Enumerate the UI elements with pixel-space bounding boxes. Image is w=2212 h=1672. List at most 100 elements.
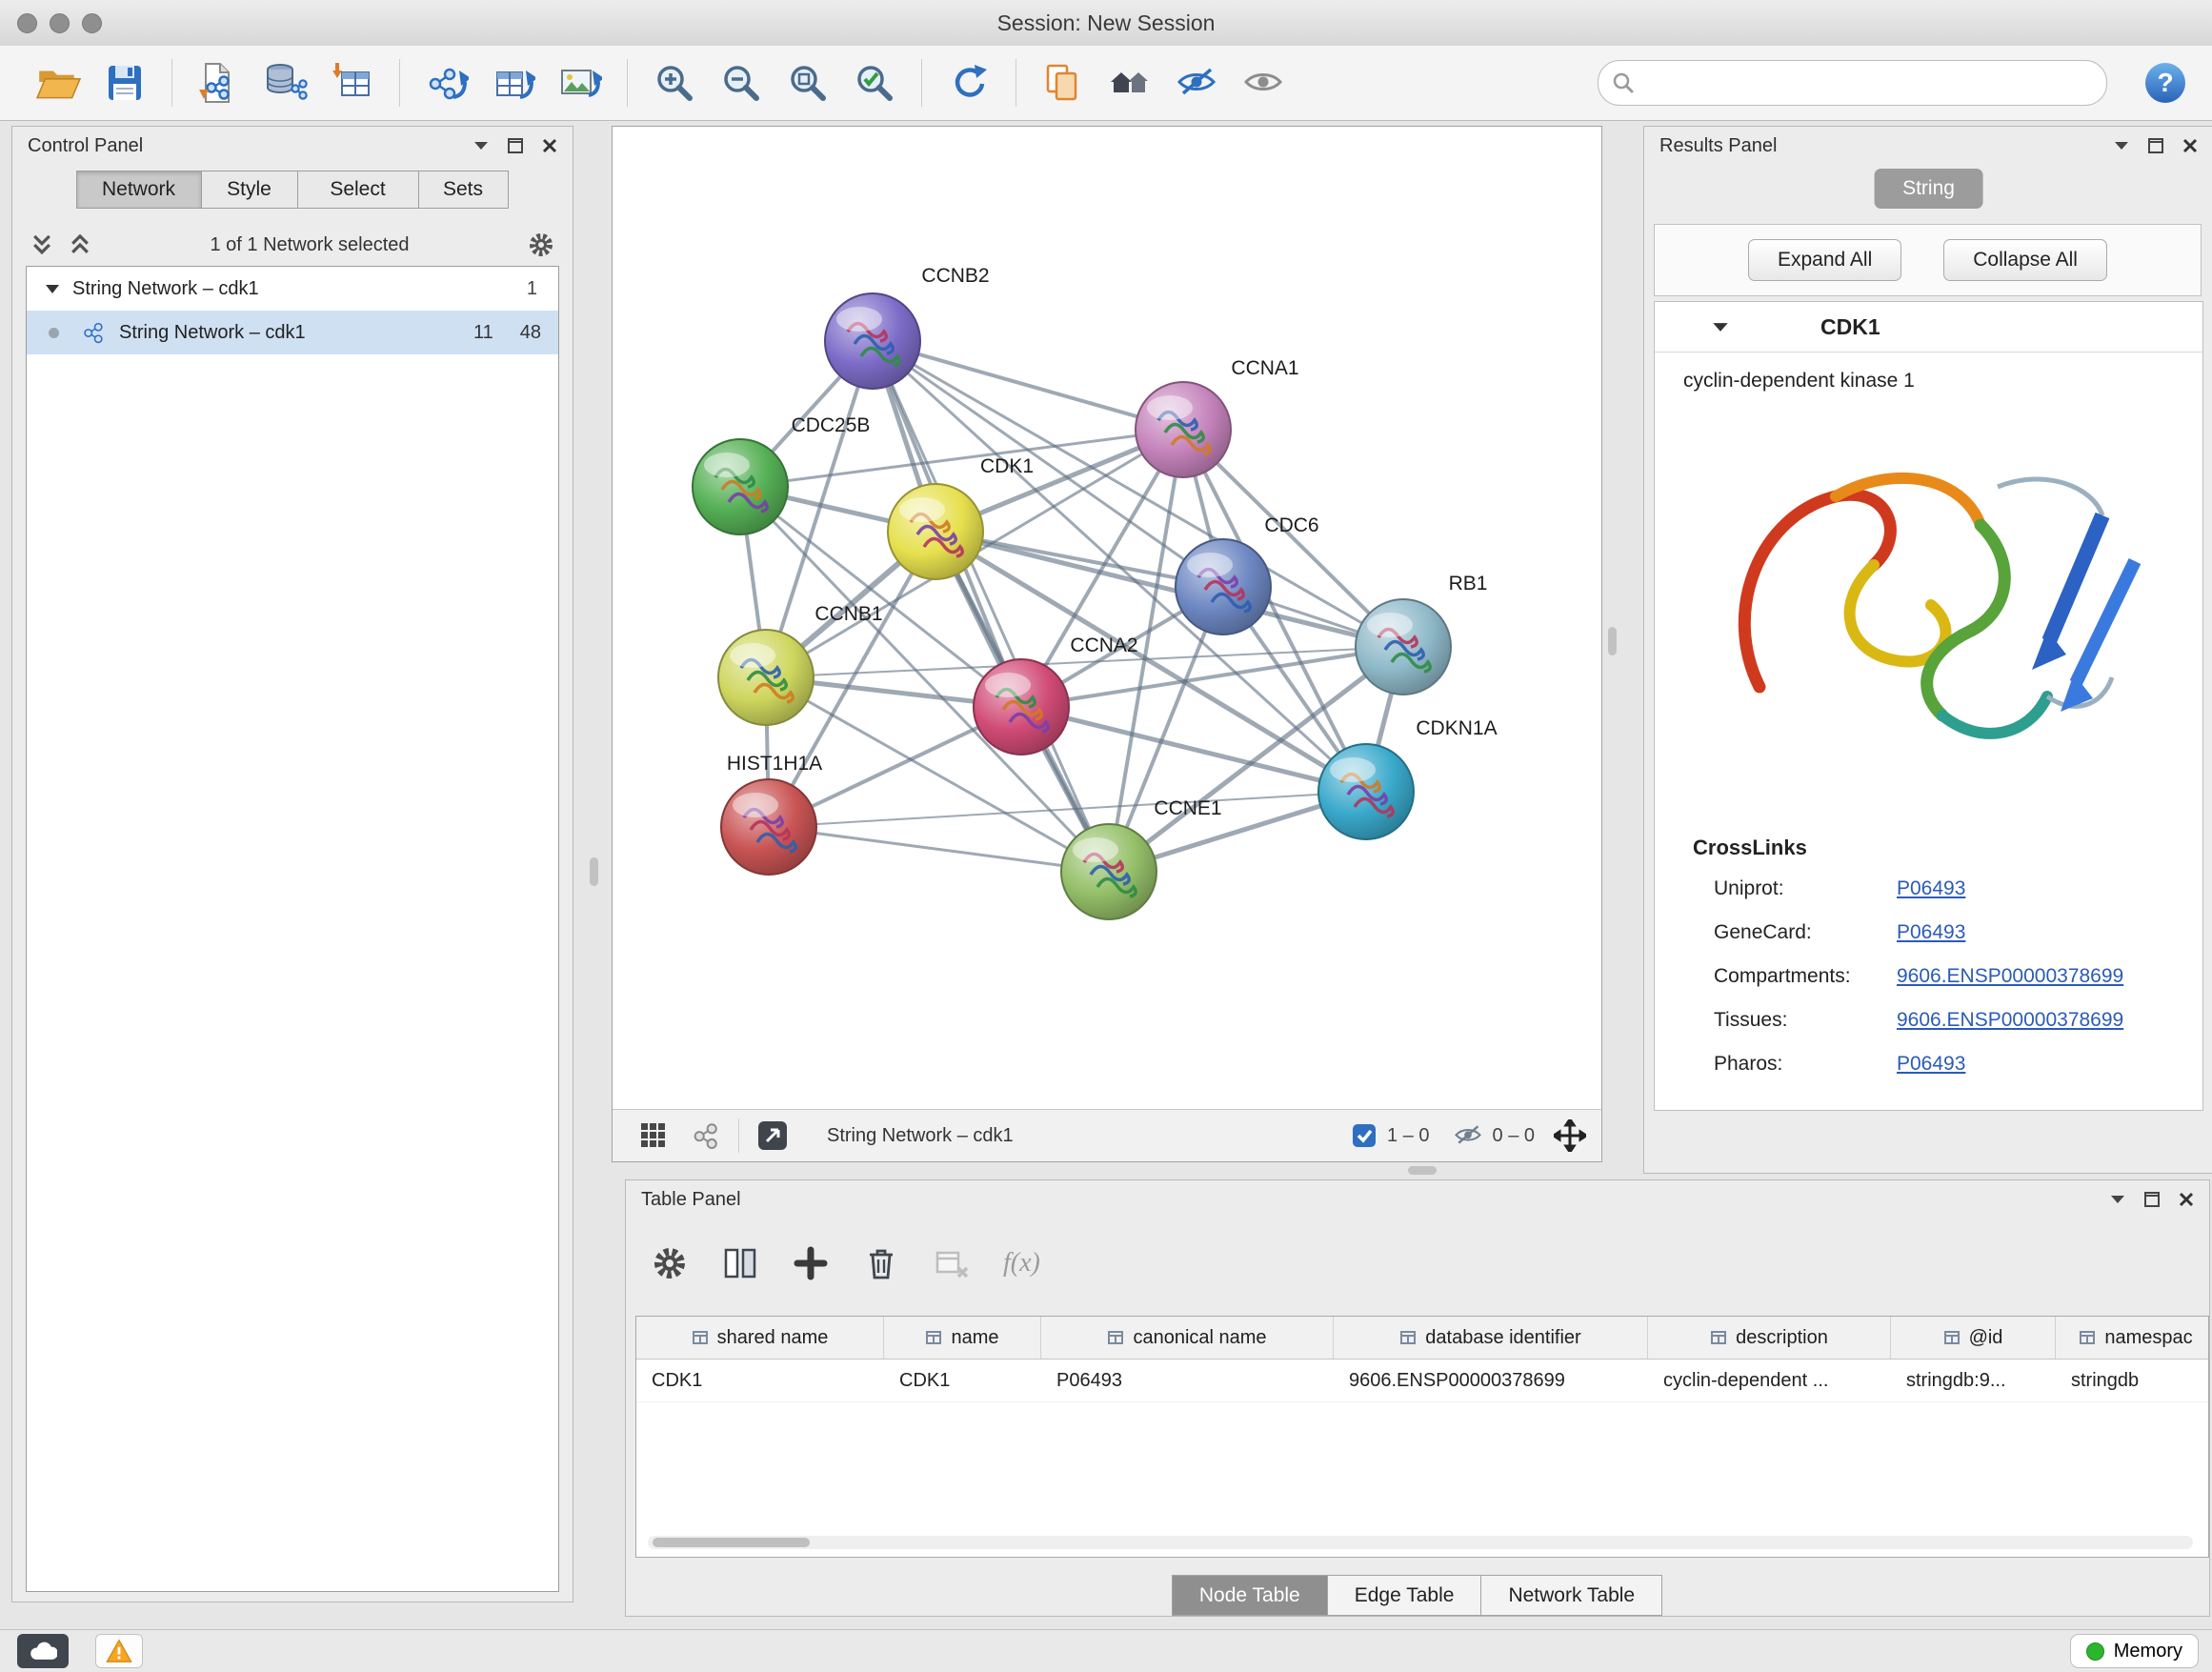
search-input[interactable] xyxy=(1644,71,2093,95)
delete-column-trash-icon[interactable] xyxy=(862,1244,900,1282)
column-header-description[interactable]: description xyxy=(1648,1317,1891,1359)
cell-id[interactable]: stringdb:9... xyxy=(1891,1370,2056,1392)
tab-select[interactable]: Select xyxy=(297,171,419,209)
column-header-database-identifier[interactable]: database identifier xyxy=(1334,1317,1648,1359)
column-header-id[interactable]: @id xyxy=(1891,1317,2056,1359)
memory-button[interactable]: Memory xyxy=(2070,1634,2199,1668)
import-table-icon xyxy=(331,61,374,105)
crosslink-uniprot[interactable]: P06493 xyxy=(1897,877,1965,900)
node-CDC6[interactable]: CDC6 xyxy=(1176,514,1319,635)
cloud-button[interactable] xyxy=(17,1634,69,1668)
tab-sets[interactable]: Sets xyxy=(418,171,509,209)
node-CCNB2[interactable]: CCNB2 xyxy=(825,265,990,389)
network-share-icon[interactable] xyxy=(693,1121,721,1150)
column-header-canonical-name[interactable]: canonical name xyxy=(1041,1317,1334,1359)
close-panel-icon[interactable] xyxy=(2179,1192,2194,1207)
crosslink-tissues[interactable]: 9606.ENSP00000378699 xyxy=(1897,1009,2123,1032)
tree-caret-icon[interactable] xyxy=(46,285,59,293)
cell-shared-name[interactable]: CDK1 xyxy=(636,1370,884,1392)
open-in-new-window-icon[interactable] xyxy=(756,1119,789,1152)
crosslink-genecard[interactable]: P06493 xyxy=(1897,921,1965,944)
warnings-button[interactable] xyxy=(95,1634,143,1668)
float-panel-icon[interactable] xyxy=(2148,138,2163,153)
help-button[interactable]: ? xyxy=(2142,59,2189,107)
bottom-splitter-handle[interactable] xyxy=(1408,1166,1437,1175)
column-header-namespace[interactable]: namespac xyxy=(2056,1317,2209,1359)
export-table-button[interactable] xyxy=(486,55,541,111)
crosslink-compartments[interactable]: 9606.ENSP00000378699 xyxy=(1897,965,2123,988)
export-image-button[interactable] xyxy=(553,55,608,111)
apply-preferred-layout-button[interactable] xyxy=(941,55,996,111)
edge-CCNE1-HIST1H1A[interactable] xyxy=(769,827,1109,872)
cell-namespace[interactable]: stringdb xyxy=(2056,1370,2209,1392)
table-horizontal-scrollbar[interactable] xyxy=(648,1536,2193,1549)
results-tab-string[interactable]: String xyxy=(1874,169,1983,209)
tab-style[interactable]: Style xyxy=(201,171,298,209)
duplicate-network-button[interactable] xyxy=(1036,55,1091,111)
panel-menu-caret-icon[interactable] xyxy=(473,141,489,151)
import-network-from-file-button[interactable] xyxy=(191,55,247,111)
minimize-window-button[interactable] xyxy=(50,13,70,33)
zoom-window-button[interactable] xyxy=(82,13,102,33)
node-CDK1[interactable]: CDK1 xyxy=(888,455,1034,579)
cell-name[interactable]: CDK1 xyxy=(884,1370,1041,1392)
collapse-all-icon[interactable] xyxy=(30,232,54,257)
tab-node-table[interactable]: Node Table xyxy=(1172,1575,1328,1616)
close-panel-icon[interactable] xyxy=(542,138,557,153)
show-columns-icon[interactable] xyxy=(721,1244,759,1282)
network-row-selected[interactable]: String Network – cdk1 11 48 xyxy=(27,311,558,354)
window-title: Session: New Session xyxy=(0,10,2212,36)
save-session-button[interactable] xyxy=(97,55,152,111)
show-all-button[interactable] xyxy=(1236,55,1291,111)
left-splitter-handle[interactable] xyxy=(590,857,598,886)
network-collection-row[interactable]: String Network – cdk1 1 xyxy=(27,267,558,311)
column-header-name[interactable]: name xyxy=(884,1317,1041,1359)
table-settings-gear-icon[interactable] xyxy=(651,1244,689,1282)
node-RB1[interactable]: RB1 xyxy=(1356,573,1487,695)
column-header-shared-name[interactable]: shared name xyxy=(636,1317,884,1359)
selected-checkbox-icon[interactable] xyxy=(1351,1122,1377,1149)
hidden-eye-slash-icon[interactable] xyxy=(1453,1120,1483,1151)
table-row[interactable]: CDK1 CDK1 P06493 9606.ENSP00000378699 cy… xyxy=(636,1360,2208,1402)
export-network-button[interactable] xyxy=(419,55,474,111)
fit-selected-crosshair-icon[interactable] xyxy=(1554,1119,1586,1152)
tab-edge-table[interactable]: Edge Table xyxy=(1327,1575,1482,1616)
expand-all-icon[interactable] xyxy=(68,232,92,257)
node-CCNB1[interactable]: CCNB1 xyxy=(718,603,883,725)
import-table-from-file-button[interactable] xyxy=(325,55,380,111)
hide-selected-button[interactable] xyxy=(1169,55,1224,111)
tab-network-table[interactable]: Network Table xyxy=(1480,1575,1662,1616)
float-panel-icon[interactable] xyxy=(2144,1192,2160,1207)
close-panel-icon[interactable] xyxy=(2182,138,2198,153)
panel-menu-caret-icon[interactable] xyxy=(2110,1195,2125,1204)
cell-database-identifier[interactable]: 9606.ENSP00000378699 xyxy=(1334,1370,1648,1392)
import-network-from-database-button[interactable] xyxy=(258,55,313,111)
birds-eye-view-icon[interactable] xyxy=(639,1121,668,1150)
close-window-button[interactable] xyxy=(17,13,37,33)
network-options-gear-icon[interactable] xyxy=(527,231,555,259)
tab-network[interactable]: Network xyxy=(76,171,202,209)
zoom-fit-content-button[interactable] xyxy=(780,55,835,111)
network-canvas-wrap: CCNB2CCNA1CDC25BCDK1CDC6RB1CCNB1CCNA2CDK… xyxy=(613,127,1601,1109)
panel-menu-caret-icon[interactable] xyxy=(2114,141,2129,151)
zoom-in-button[interactable] xyxy=(647,55,702,111)
cell-description[interactable]: cyclin-dependent ... xyxy=(1648,1370,1891,1392)
float-panel-icon[interactable] xyxy=(508,138,523,153)
zoom-out-button[interactable] xyxy=(714,55,769,111)
gene-collapse-caret-icon[interactable] xyxy=(1712,322,1729,332)
home-button[interactable] xyxy=(1102,55,1157,111)
network-canvas[interactable]: CCNB2CCNA1CDC25BCDK1CDC6RB1CCNB1CCNA2CDK… xyxy=(613,127,1601,1109)
node-CDKN1A[interactable]: CDKN1A xyxy=(1318,717,1498,839)
node-CCNA1[interactable]: CCNA1 xyxy=(1136,357,1299,477)
add-column-plus-icon[interactable] xyxy=(792,1244,830,1282)
expand-all-button[interactable]: Expand All xyxy=(1748,239,1901,281)
right-splitter-handle[interactable] xyxy=(1608,627,1617,655)
edge-CCNB2-CCNE1[interactable] xyxy=(873,341,1109,872)
open-session-button[interactable] xyxy=(30,55,86,111)
zoom-selected-button[interactable] xyxy=(847,55,902,111)
node-HIST1H1A[interactable]: HIST1H1A xyxy=(721,753,822,875)
cell-canonical-name[interactable]: P06493 xyxy=(1041,1370,1334,1392)
scrollbar-thumb[interactable] xyxy=(653,1538,810,1547)
crosslink-pharos[interactable]: P06493 xyxy=(1897,1053,1965,1076)
collapse-all-button[interactable]: Collapse All xyxy=(1943,239,2107,281)
